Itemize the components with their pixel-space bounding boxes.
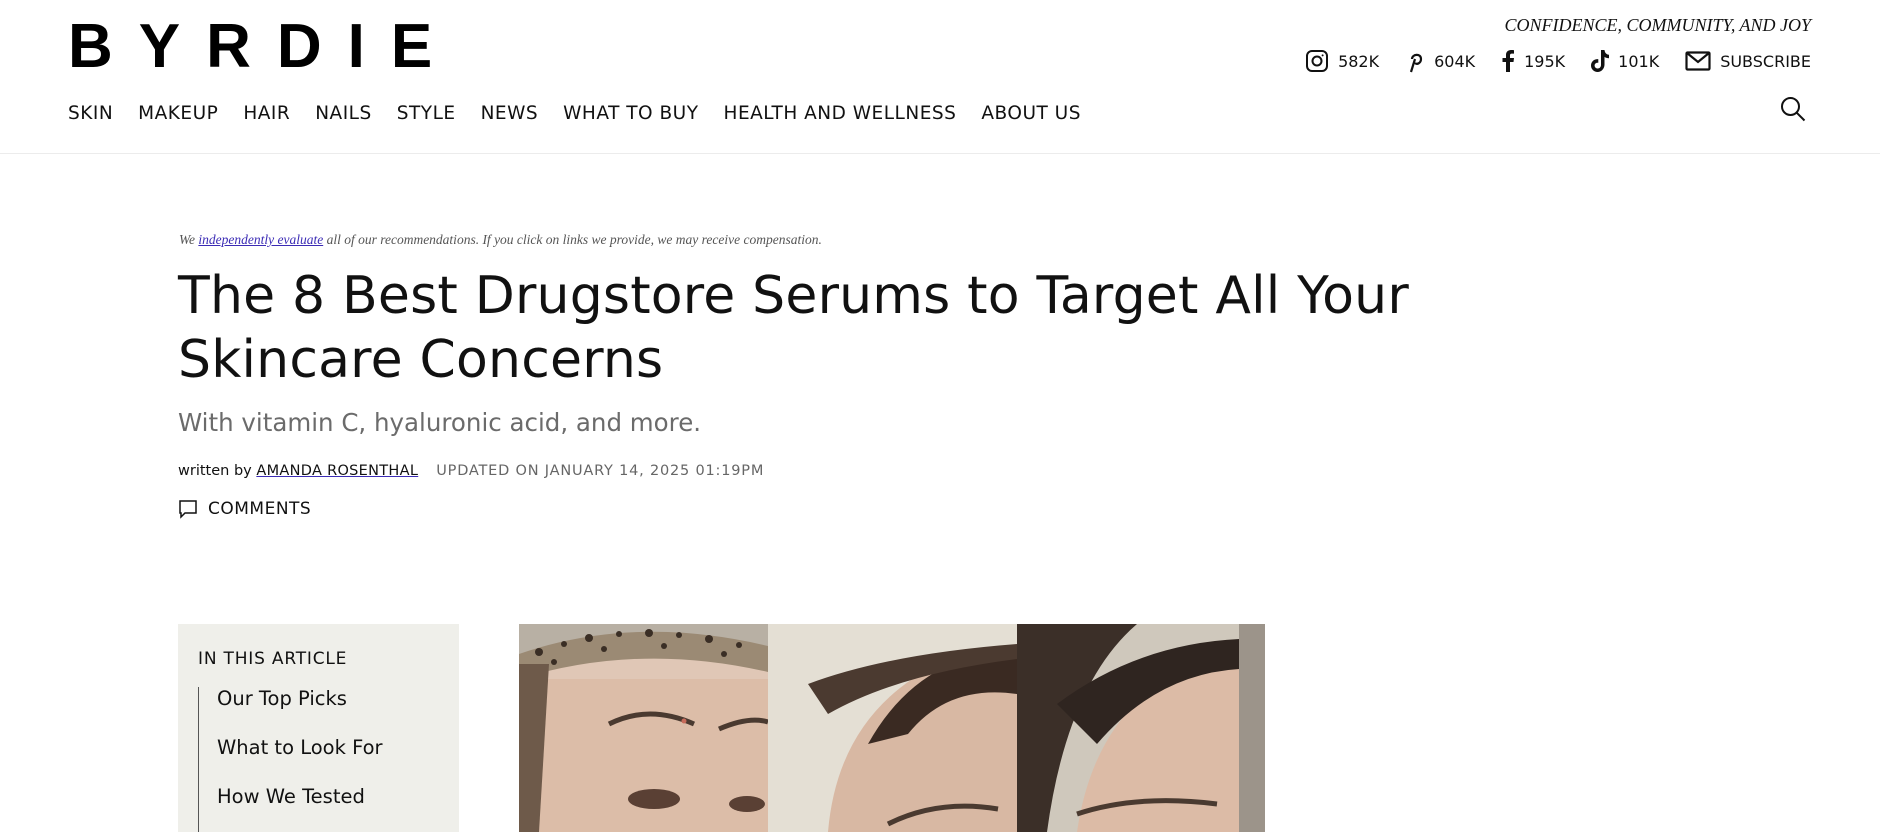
tiktok-link[interactable]: 101K [1591,50,1659,72]
nav-item-hair[interactable]: HAIR [243,103,290,124]
hero-panel-3 [1017,624,1265,832]
main-nav: SKIN MAKEUP HAIR NAILS STYLE NEWS WHAT T… [68,103,1106,124]
nav-item-news[interactable]: NEWS [481,103,539,124]
hero-image [519,624,1265,832]
tiktok-count: 101K [1618,51,1660,71]
comment-icon [179,500,197,519]
search-icon [1781,97,1806,122]
face-photo-2 [768,624,1017,832]
face-photo-3 [1017,624,1265,832]
hero-panel-2 [768,624,1017,832]
toc-list: Our Top Picks What to Look For How We Te… [198,687,383,832]
facebook-link[interactable]: 195K [1501,50,1565,72]
pinterest-count: 604K [1434,51,1476,71]
nav-item-makeup[interactable]: MAKEUP [138,103,218,124]
instagram-icon [1306,50,1329,72]
search-button[interactable] [1780,96,1806,126]
nav-item-health-and-wellness[interactable]: HEALTH AND WELLNESS [724,103,957,124]
site-logo[interactable]: BYRDIE [68,12,459,81]
author-link[interactable]: AMANDA ROSENTHAL [256,463,418,479]
face-photo-1 [519,624,768,832]
nav-item-what-to-buy[interactable]: WHAT TO BUY [563,103,698,124]
pinterest-icon [1410,53,1423,73]
disclaimer-pre: We [179,232,199,247]
nav-item-about-us[interactable]: ABOUT US [981,103,1081,124]
comments-button[interactable]: COMMENTS [178,499,311,519]
article-subtitle: With vitamin C, hyaluronic acid, and mor… [178,408,702,437]
written-by-label: written by [178,463,252,479]
instagram-link[interactable]: 582K [1305,49,1379,73]
nav-item-nails[interactable]: NAILS [315,103,372,124]
article-title: The 8 Best Drugstore Serums to Target Al… [178,266,1409,390]
affiliate-disclaimer: We independently evaluate all of our rec… [179,232,822,248]
site-header: BYRDIE CONFIDENCE, COMMUNITY, AND JOY 58… [0,0,1880,154]
table-of-contents: IN THIS ARTICLE Our Top Picks What to Lo… [178,624,459,832]
site-tagline: CONFIDENCE, COMMUNITY, AND JOY [1504,15,1811,35]
instagram-count: 582K [1338,51,1380,71]
independently-evaluate-link[interactable]: independently evaluate [198,232,323,247]
logo-text: BYRDIE [68,12,459,81]
pinterest-link[interactable]: 604K [1405,49,1475,73]
facebook-icon [1502,50,1515,72]
social-links: 582K 604K 195K 101K SUBSCRIBE [1305,49,1811,73]
byline: written by AMANDA ROSENTHAL UPDATED ON J… [178,463,764,479]
hero-panel-1 [519,624,768,832]
subscribe-link[interactable]: SUBSCRIBE [1685,51,1811,71]
toc-item-how-we-tested[interactable]: How We Tested [217,785,383,832]
mail-icon [1685,51,1711,71]
toc-item-what-to-look-for[interactable]: What to Look For [217,736,383,785]
tiktok-icon [1591,50,1610,72]
updated-date: UPDATED ON JANUARY 14, 2025 01:19PM [436,463,765,479]
subscribe-label: SUBSCRIBE [1720,51,1811,71]
toc-heading: IN THIS ARTICLE [198,649,348,669]
byline-author-group: written by AMANDA ROSENTHAL [178,463,418,479]
toc-item-our-top-picks[interactable]: Our Top Picks [217,687,383,736]
disclaimer-post: all of our recommendations. If you click… [323,232,822,247]
nav-item-skin[interactable]: SKIN [68,103,113,124]
comments-label: COMMENTS [208,499,312,519]
nav-item-style[interactable]: STYLE [397,103,456,124]
facebook-count: 195K [1524,51,1566,71]
